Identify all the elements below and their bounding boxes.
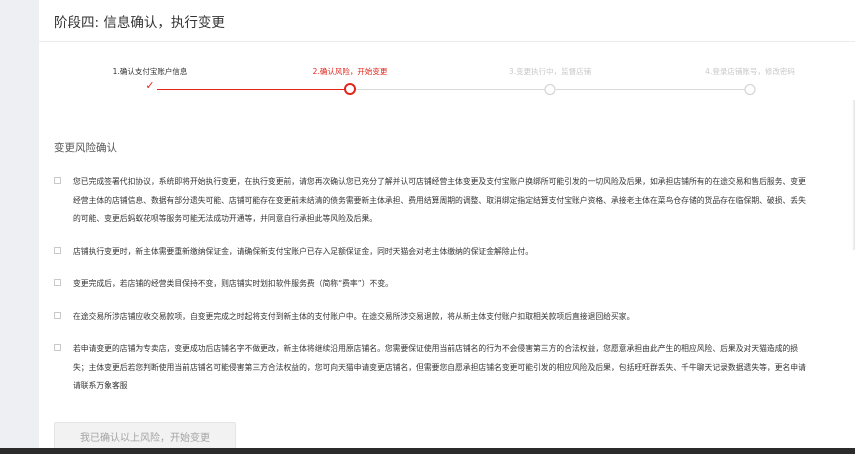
bottom-bar — [0, 448, 855, 454]
page-title: 阶段四: 信息确认，执行变更 — [54, 14, 225, 31]
active-step-circle-icon — [344, 83, 356, 95]
risk-checkbox[interactable] — [54, 279, 61, 286]
step-3-label: 3.变更执行中，监督店铺 — [508, 67, 592, 76]
pending-step-circle-icon — [744, 84, 756, 95]
step-connector-3 — [556, 89, 745, 90]
risk-text: 店铺执行变更时，新主体需要重新缴纳保证金，请确保新支付宝账户已存入足额保证金，同… — [73, 246, 534, 256]
list-item: 在途交易所涉店铺应收交易款项，自变更完成之时起将支付到新主体的支付账户中。在途交… — [54, 308, 806, 327]
risk-text: 若申请变更的店铺为专卖店，变更成功后店铺名字不做更改，新主体将继续沿用原店铺名。… — [73, 344, 806, 390]
step-connector-2 — [356, 89, 545, 90]
risk-checkbox[interactable] — [54, 311, 61, 319]
risk-checkbox[interactable] — [54, 246, 61, 254]
step-2-label: 2.确认风险，开始变更 — [312, 67, 388, 76]
risk-checkbox[interactable] — [54, 177, 61, 184]
pending-step-circle-icon — [544, 84, 556, 95]
step-4-label: 4.登录店铺账号，修改密码 — [705, 67, 795, 76]
risk-list: 您已完成签署代扣协议，系统即将开始执行变更，在执行变更前，请您再次确认您已充分了… — [54, 173, 806, 410]
section-title: 变更风险确认 — [54, 142, 117, 154]
step-1-label: 1.确认支付宝账户信息 — [112, 67, 188, 76]
progress-steps: 1.确认支付宝账户信息 2.确认风险，开始变更 3.变更执行中，监督店铺 4.登… — [39, 42, 855, 112]
risk-text: 变更完成后，若店铺的经营类目保持不变，则店铺实时划扣软件服务费（简称“费率”）不… — [73, 279, 393, 288]
list-item: 变更完成后，若店铺的经营类目保持不变，则店铺实时划扣软件服务费（简称“费率”）不… — [54, 275, 806, 294]
list-item: 您已完成签署代扣协议，系统即将开始执行变更，在执行变更前，请您再次确认您已充分了… — [54, 173, 806, 229]
risk-checkbox[interactable] — [54, 344, 61, 351]
step-connector-1 — [157, 89, 345, 90]
risk-text: 在途交易所涉店铺应收交易款项，自变更完成之时起将支付到新主体的支付账户中。在途交… — [73, 311, 635, 321]
list-item: 店铺执行变更时，新主体需要重新缴纳保证金，请确保新支付宝账户已存入足额保证金，同… — [54, 243, 806, 262]
risk-text: 您已完成签署代扣协议，系统即将开始执行变更，在执行变更前，请您再次确认您已充分了… — [73, 177, 806, 223]
check-icon: ✓ — [145, 79, 155, 92]
list-item: 若申请变更的店铺为专卖店，变更成功后店铺名字不做更改，新主体将继续沿用原店铺名。… — [54, 340, 806, 396]
main-panel: 阶段四: 信息确认，执行变更 1.确认支付宝账户信息 2.确认风险，开始变更 3… — [39, 0, 855, 454]
stage-header: 阶段四: 信息确认，执行变更 — [39, 0, 855, 42]
confirm-start-change-button[interactable]: 我已确认以上风险，开始变更 — [54, 422, 236, 450]
